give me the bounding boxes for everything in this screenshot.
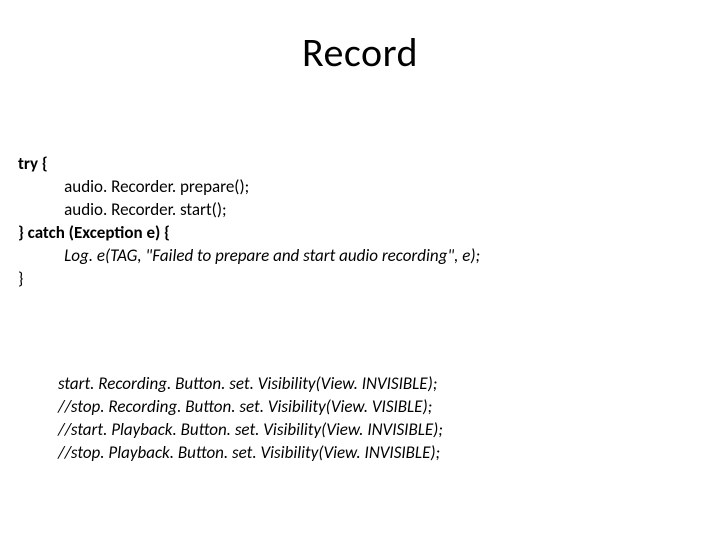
code-line: Log. e(TAG, "Failed to prepare and start…: [64, 245, 480, 266]
code-line: //stop. Playback. Button. set. Visibilit…: [58, 442, 440, 463]
slide-title: Record: [0, 28, 720, 77]
code-block-try-catch: try { audio. Recorder. prepare(); audio.…: [18, 130, 480, 291]
code-line: audio. Recorder. start();: [64, 199, 226, 220]
slide: Record try { audio. Recorder. prepare();…: [0, 0, 720, 540]
code-line: audio. Recorder. prepare();: [64, 176, 249, 197]
code-block-visibility: start. Recording. Button. set. Visibilit…: [58, 350, 443, 465]
code-line: try {: [18, 153, 48, 174]
code-line: //stop. Recording. Button. set. Visibili…: [58, 396, 432, 417]
code-line: }: [18, 268, 23, 289]
code-line: //start. Playback. Button. set. Visibili…: [58, 419, 443, 440]
code-line: start. Recording. Button. set. Visibilit…: [58, 373, 437, 394]
code-line: } catch (Exception e) {: [18, 222, 170, 243]
